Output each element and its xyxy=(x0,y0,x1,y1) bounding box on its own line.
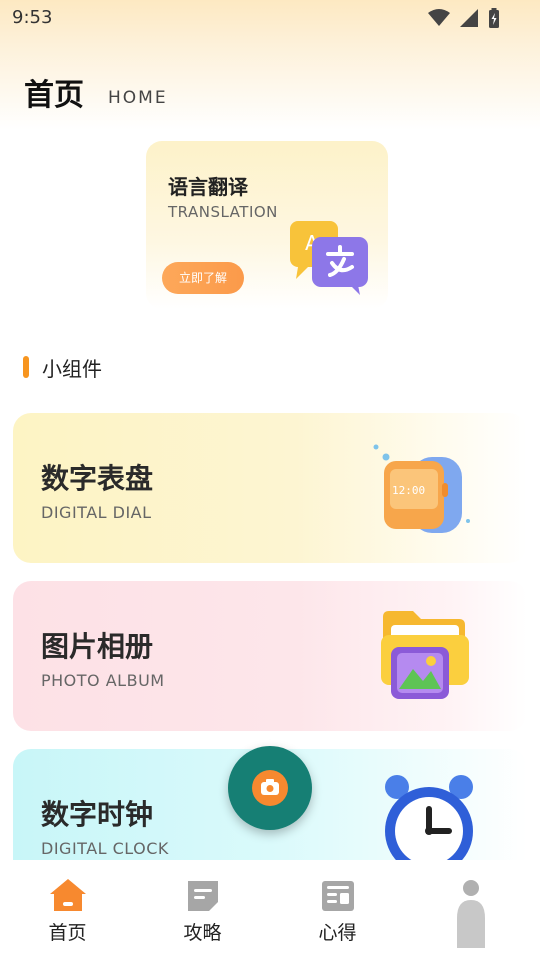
nav-label: 心得 xyxy=(318,922,357,944)
card-title: 数字表盘 xyxy=(41,462,154,495)
photo-folder-icon xyxy=(377,605,477,709)
nav-item-profile[interactable] xyxy=(405,860,540,960)
bottom-nav: 首页 攻略 心得 xyxy=(0,860,540,960)
article-icon xyxy=(320,878,356,918)
battery-icon xyxy=(488,8,500,28)
section-title: 小组件 xyxy=(42,357,102,381)
nav-label: 首页 xyxy=(48,922,87,944)
nav-item-home[interactable]: 首页 xyxy=(0,860,135,960)
chat-bubbles-translation-icon: A xyxy=(286,217,376,301)
banner-title: 语言翻译 xyxy=(168,175,248,199)
home-icon xyxy=(49,878,87,916)
camera-icon xyxy=(252,770,288,806)
status-icons xyxy=(428,8,500,28)
wifi-icon xyxy=(428,9,450,27)
watch-time: 12:00 xyxy=(392,484,425,497)
note-icon xyxy=(185,878,221,918)
page-subtitle: HOME xyxy=(108,88,168,108)
section-accent-bar xyxy=(23,356,29,378)
nav-label: 攻略 xyxy=(183,922,222,944)
card-subtitle: DIGITAL CLOCK xyxy=(41,839,169,858)
card-title: 图片相册 xyxy=(41,630,154,663)
nav-item-guide[interactable]: 攻略 xyxy=(135,860,270,960)
nav-item-insights[interactable]: 心得 xyxy=(270,860,405,960)
banner-subtitle: TRANSLATION xyxy=(168,203,278,221)
card-subtitle: PHOTO ALBUM xyxy=(41,671,165,690)
photo-album-card[interactable]: 图片相册 PHOTO ALBUM xyxy=(13,581,527,731)
profile-icon xyxy=(453,878,489,952)
learn-more-button[interactable]: 立即了解 xyxy=(162,262,244,294)
translation-banner[interactable]: 语言翻译 TRANSLATION 立即了解 A xyxy=(146,141,388,309)
status-bar: 9:53 xyxy=(0,0,540,36)
camera-button[interactable] xyxy=(228,746,312,830)
card-subtitle: DIGITAL DIAL xyxy=(41,503,152,522)
status-time: 9:53 xyxy=(12,7,53,28)
smartwatch-icon: 12:00 xyxy=(368,439,478,543)
page-title: 首页 xyxy=(24,78,84,113)
digital-dial-card[interactable]: 数字表盘 DIGITAL DIAL 12:00 xyxy=(13,413,527,563)
signal-icon xyxy=(460,9,478,27)
card-title: 数字时钟 xyxy=(41,798,154,831)
